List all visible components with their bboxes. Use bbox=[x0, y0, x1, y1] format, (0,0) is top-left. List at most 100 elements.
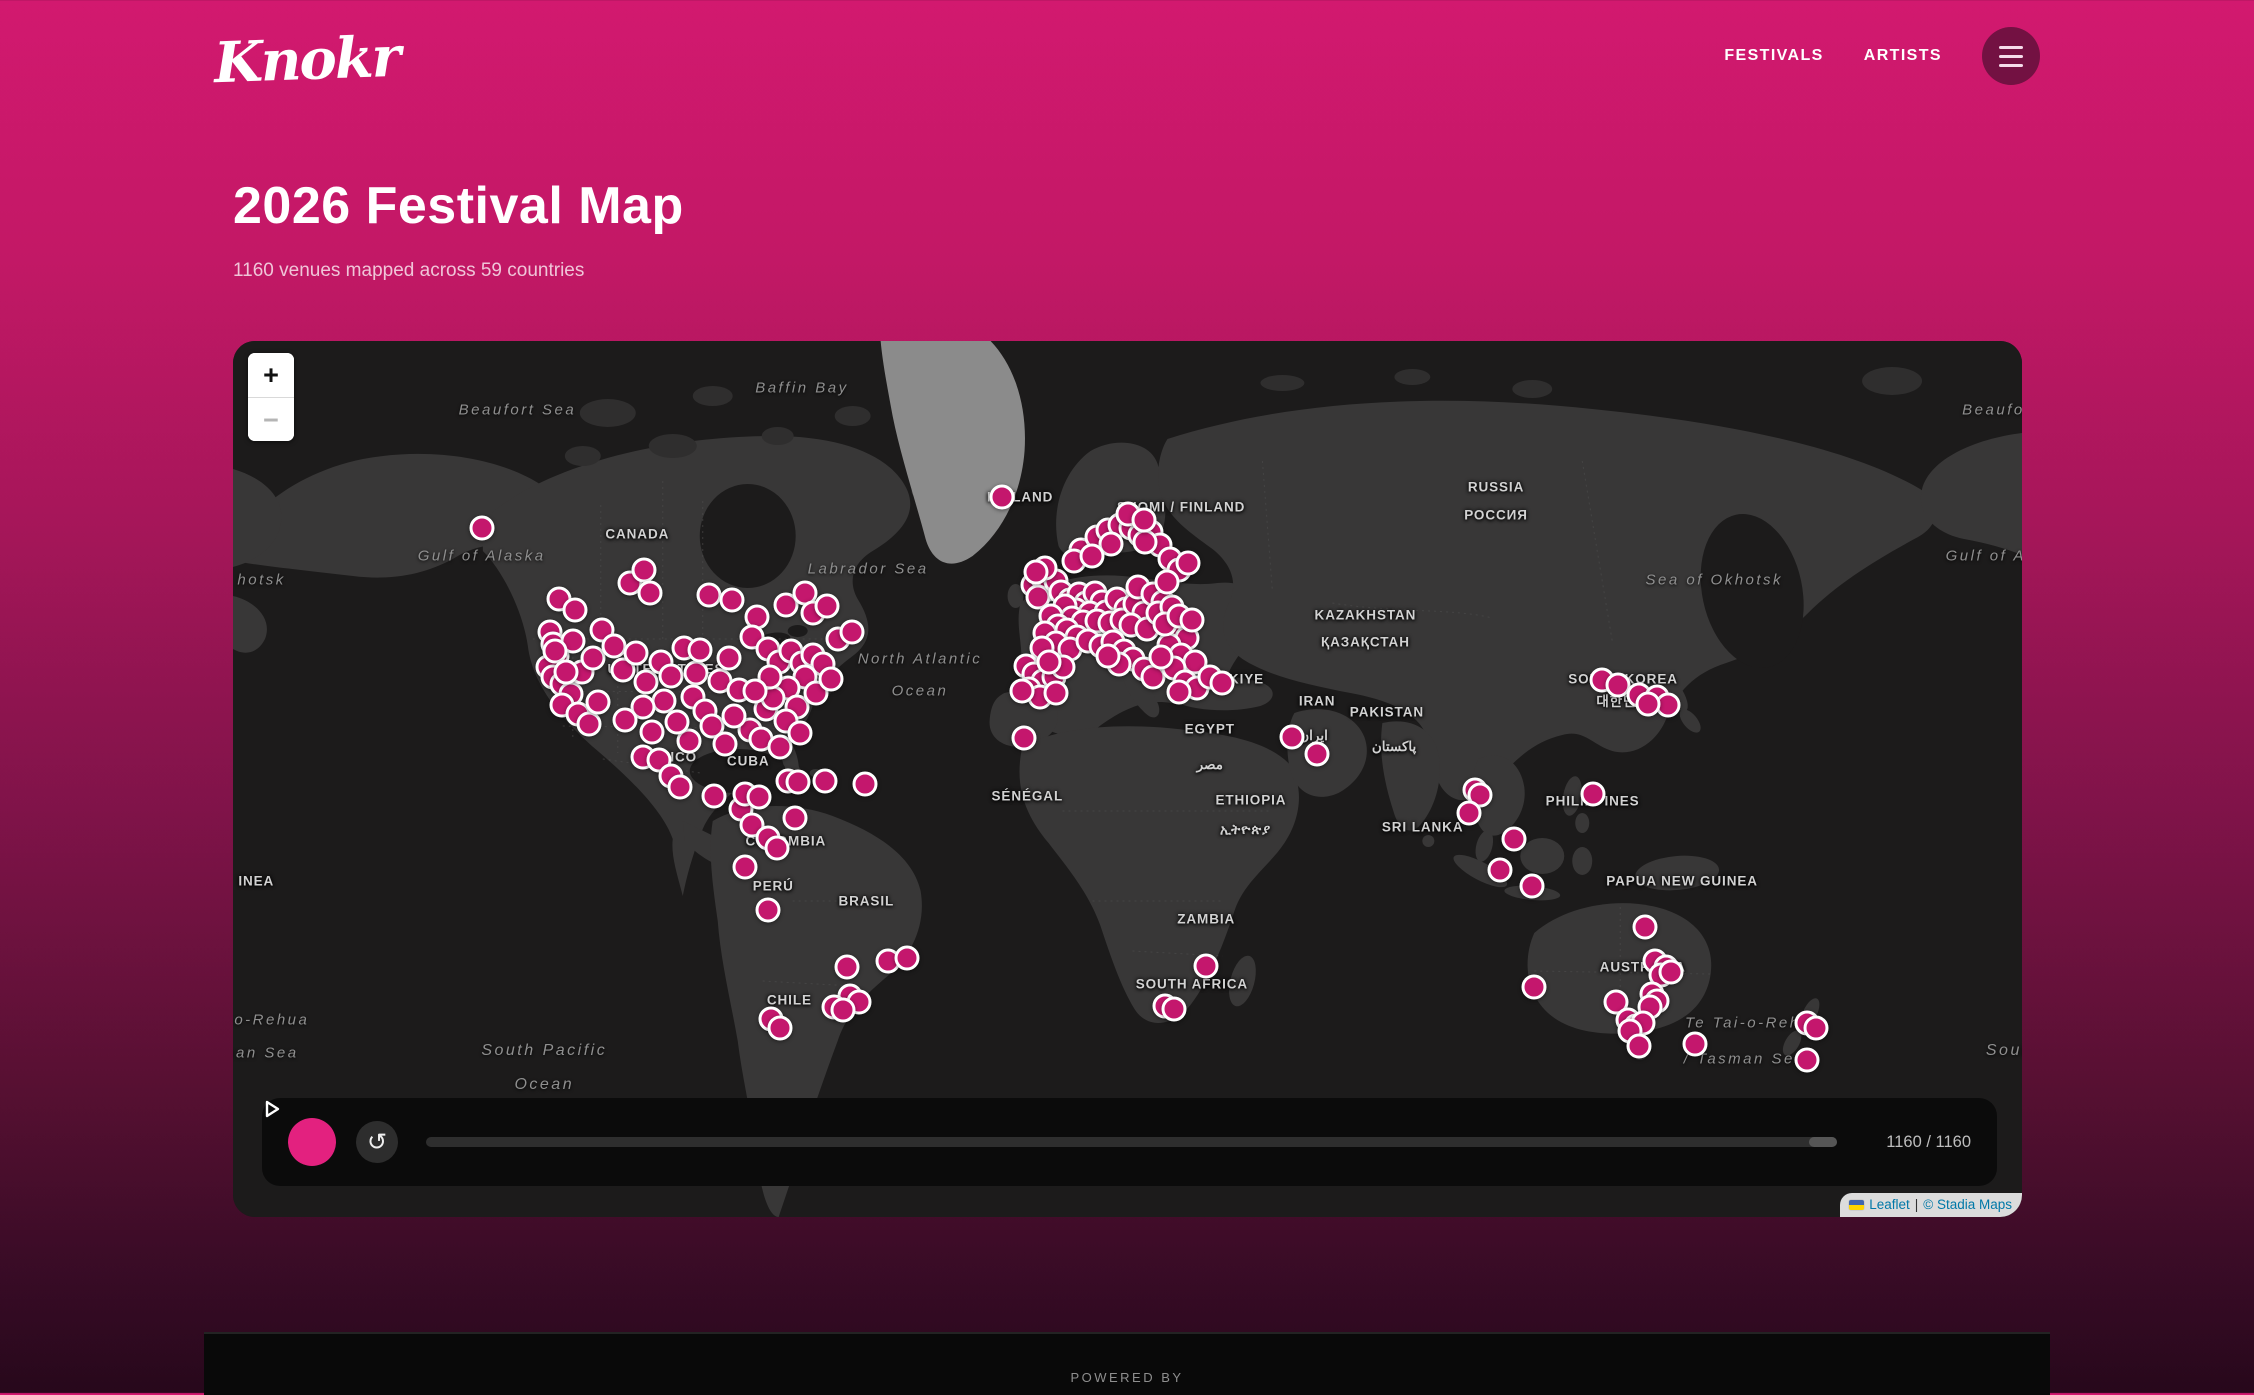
venue-marker[interactable] bbox=[1580, 781, 1605, 806]
venue-marker[interactable] bbox=[1179, 608, 1204, 633]
venue-marker[interactable] bbox=[1519, 873, 1544, 898]
venue-marker[interactable] bbox=[1036, 649, 1061, 674]
progress-slider[interactable] bbox=[426, 1137, 1837, 1147]
venue-marker[interactable] bbox=[1682, 1032, 1707, 1057]
venue-marker[interactable] bbox=[786, 769, 811, 794]
zoom-in-button[interactable]: + bbox=[248, 353, 294, 397]
venue-marker[interactable] bbox=[632, 557, 657, 582]
venue-marker[interactable] bbox=[852, 772, 877, 797]
map-label: EGYPT bbox=[1185, 722, 1235, 737]
slider-thumb[interactable] bbox=[1809, 1137, 1837, 1147]
venue-marker[interactable] bbox=[684, 661, 709, 686]
map-label: ZAMBIA bbox=[1177, 912, 1235, 927]
venue-marker[interactable] bbox=[1176, 550, 1201, 575]
venue-marker[interactable] bbox=[831, 998, 856, 1023]
venue-marker[interactable] bbox=[1636, 691, 1661, 716]
venue-marker[interactable] bbox=[1521, 975, 1546, 1000]
venue-marker[interactable] bbox=[712, 731, 737, 756]
menu-button[interactable] bbox=[1982, 27, 2040, 85]
venue-marker[interactable] bbox=[834, 955, 859, 980]
map-label: Ocean bbox=[514, 1076, 574, 1094]
map-markers-layer bbox=[233, 341, 2022, 1217]
venue-marker[interactable] bbox=[755, 898, 780, 923]
logo[interactable]: Knokr bbox=[213, 29, 400, 91]
play-button[interactable] bbox=[288, 1118, 336, 1166]
map-label: South Pacific bbox=[1986, 1042, 2022, 1060]
map-label: SOUTH AFRICA bbox=[1136, 976, 1248, 991]
venue-marker[interactable] bbox=[664, 710, 689, 735]
venue-marker[interactable] bbox=[1659, 959, 1684, 984]
map-label: BRASIL bbox=[838, 893, 894, 908]
venue-marker[interactable] bbox=[1024, 560, 1049, 585]
venue-marker[interactable] bbox=[1305, 742, 1330, 767]
stadia-maps-link[interactable]: © Stadia Maps bbox=[1923, 1197, 2012, 1212]
venue-marker[interactable] bbox=[746, 785, 771, 810]
venue-marker[interactable] bbox=[818, 667, 843, 692]
reset-icon: ↺ bbox=[367, 1128, 387, 1156]
venue-marker[interactable] bbox=[577, 711, 602, 736]
map-label: Gulf of Alask bbox=[1946, 547, 2022, 564]
nav-festivals[interactable]: FESTIVALS bbox=[1724, 47, 1823, 65]
venue-marker[interactable] bbox=[612, 708, 637, 733]
venue-marker[interactable] bbox=[1501, 826, 1526, 851]
map-label: ኢትዮጵያ bbox=[1220, 822, 1271, 838]
nav-artists[interactable]: ARTISTS bbox=[1864, 47, 1942, 65]
venue-marker[interactable] bbox=[1162, 996, 1187, 1021]
venue-marker[interactable] bbox=[696, 583, 721, 608]
venue-marker[interactable] bbox=[1079, 543, 1104, 568]
venue-marker[interactable] bbox=[895, 945, 920, 970]
venue-marker[interactable] bbox=[668, 774, 693, 799]
venue-marker[interactable] bbox=[1149, 645, 1174, 670]
venue-marker[interactable] bbox=[1043, 681, 1068, 706]
venue-marker[interactable] bbox=[768, 1015, 793, 1040]
venue-marker[interactable] bbox=[553, 660, 578, 685]
venue-marker[interactable] bbox=[764, 836, 789, 861]
venue-marker[interactable] bbox=[1131, 507, 1156, 532]
venue-marker[interactable] bbox=[585, 689, 610, 714]
venue-marker[interactable] bbox=[1210, 670, 1235, 695]
venue-marker[interactable] bbox=[1154, 569, 1179, 594]
venue-marker[interactable] bbox=[687, 638, 712, 663]
venue-marker[interactable] bbox=[1280, 724, 1305, 749]
venue-marker[interactable] bbox=[1487, 858, 1512, 883]
zoom-out-button[interactable]: − bbox=[248, 397, 294, 441]
venue-marker[interactable] bbox=[743, 679, 768, 704]
playback-bar: ↺ 1160 / 1160 bbox=[262, 1098, 1997, 1186]
venue-marker[interactable] bbox=[782, 805, 807, 830]
venue-marker[interactable] bbox=[659, 663, 684, 688]
venue-marker[interactable] bbox=[469, 515, 494, 540]
main-nav: FESTIVALS ARTISTS bbox=[1724, 0, 2040, 112]
map-label: PERÚ bbox=[753, 878, 794, 893]
venue-marker[interactable] bbox=[1011, 725, 1036, 750]
venue-marker[interactable] bbox=[1133, 530, 1158, 555]
venue-marker[interactable] bbox=[639, 719, 664, 744]
venue-marker[interactable] bbox=[1632, 915, 1657, 940]
venue-marker[interactable] bbox=[1095, 644, 1120, 669]
venue-marker[interactable] bbox=[720, 588, 745, 613]
venue-marker[interactable] bbox=[637, 581, 662, 606]
venue-marker[interactable] bbox=[562, 597, 587, 622]
map-label: РОССИЯ bbox=[1464, 508, 1528, 523]
venue-marker[interactable] bbox=[1194, 953, 1219, 978]
festival-map[interactable]: Beaufort SeaBeaufortBaffin BayGulf of Al… bbox=[233, 341, 2022, 1217]
venue-marker[interactable] bbox=[716, 646, 741, 671]
venue-marker[interactable] bbox=[732, 854, 757, 879]
venue-marker[interactable] bbox=[813, 768, 838, 793]
venue-marker[interactable] bbox=[623, 640, 648, 665]
venue-marker[interactable] bbox=[1167, 680, 1192, 705]
venue-marker[interactable] bbox=[1795, 1048, 1820, 1073]
venue-marker[interactable] bbox=[1457, 801, 1482, 826]
venue-marker[interactable] bbox=[1009, 679, 1034, 704]
leaflet-link[interactable]: Leaflet bbox=[1869, 1197, 1910, 1212]
map-label: INEA bbox=[238, 873, 274, 888]
venue-marker[interactable] bbox=[1627, 1034, 1652, 1059]
venue-marker[interactable] bbox=[1804, 1015, 1829, 1040]
map-label: hotsk bbox=[237, 572, 285, 589]
venue-marker[interactable] bbox=[702, 783, 727, 808]
venue-marker[interactable] bbox=[814, 594, 839, 619]
venue-marker[interactable] bbox=[721, 703, 746, 728]
venue-marker[interactable] bbox=[788, 721, 813, 746]
venue-marker[interactable] bbox=[839, 619, 864, 644]
venue-marker[interactable] bbox=[990, 484, 1015, 509]
reset-button[interactable]: ↺ bbox=[356, 1121, 398, 1163]
